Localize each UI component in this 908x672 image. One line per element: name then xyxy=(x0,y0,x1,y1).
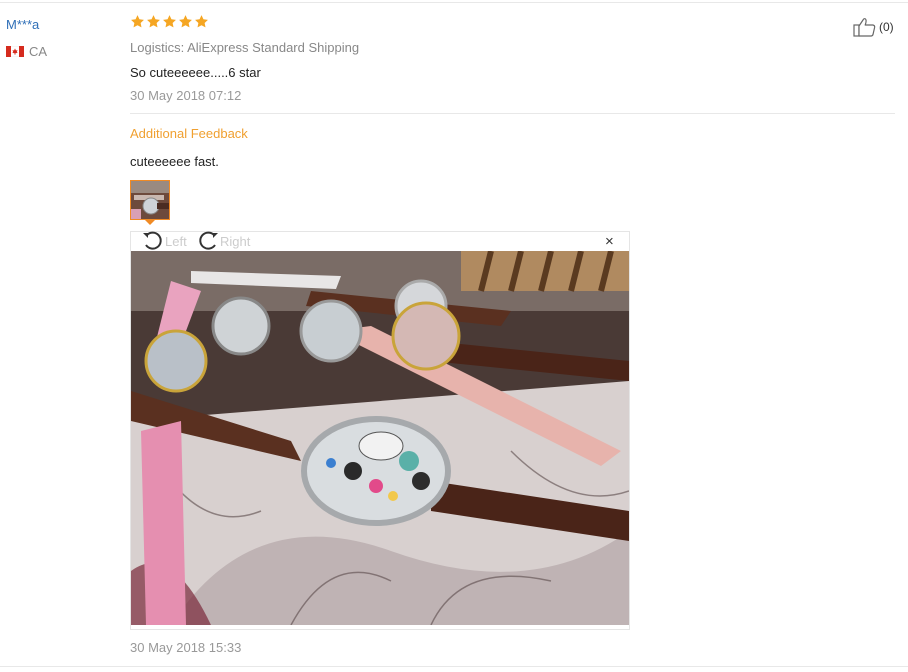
review-photo xyxy=(131,251,629,625)
star-icon xyxy=(131,15,144,28)
star-icon xyxy=(163,15,176,28)
helpful-count: (0) xyxy=(879,20,894,34)
helpful-button[interactable]: (0) xyxy=(853,17,894,37)
star-icon xyxy=(195,15,208,28)
additional-feedback-text: cuteeeeee fast. xyxy=(130,154,219,169)
star-icon xyxy=(147,15,160,28)
bottom-divider xyxy=(0,666,908,667)
rotate-left-icon xyxy=(143,231,162,250)
rotate-right-icon xyxy=(199,231,218,250)
thumbnail-caret xyxy=(145,220,155,225)
star-icon xyxy=(179,15,192,28)
rotate-right-label: Right xyxy=(220,233,251,249)
star-rating xyxy=(130,14,209,29)
reviewer-country: CA xyxy=(6,44,47,59)
thumbs-up-icon xyxy=(853,18,876,37)
review-text: So cuteeeeee.....6 star xyxy=(130,65,261,80)
rotate-left-label: Left xyxy=(165,233,187,249)
canada-flag-icon xyxy=(6,46,24,57)
reviewer-name[interactable]: M***a xyxy=(6,17,39,32)
photo-thumbnail[interactable] xyxy=(130,180,170,220)
rotate-left-button[interactable]: Left xyxy=(142,231,187,251)
additional-feedback-title: Additional Feedback xyxy=(130,126,248,141)
country-code: CA xyxy=(29,44,48,59)
additional-feedback-date: 30 May 2018 15:33 xyxy=(130,640,242,655)
close-viewer-button[interactable]: × xyxy=(605,234,614,250)
review-date: 30 May 2018 07:12 xyxy=(130,88,242,103)
top-divider xyxy=(0,2,908,3)
rotate-right-button[interactable]: Right xyxy=(197,231,250,251)
thumbnail-image xyxy=(131,181,169,219)
logistics-info: Logistics: AliExpress Standard Shipping xyxy=(130,40,360,55)
divider xyxy=(130,113,895,114)
